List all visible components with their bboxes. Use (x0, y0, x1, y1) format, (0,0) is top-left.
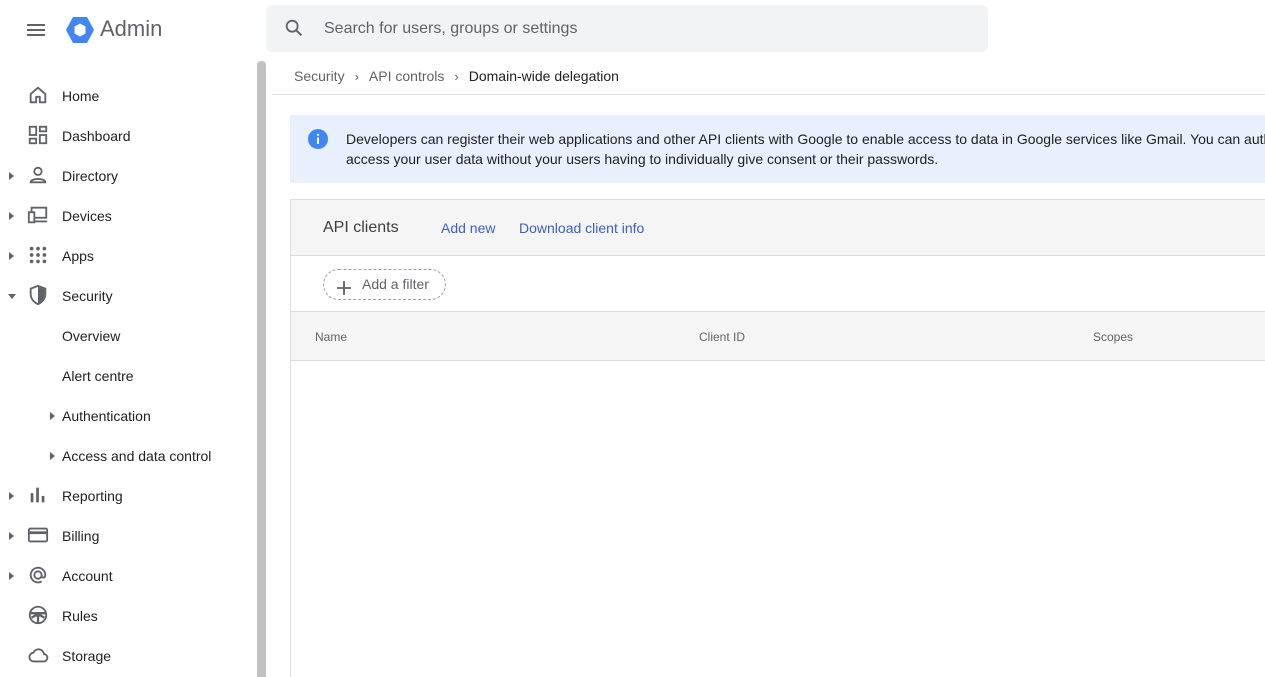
breadcrumb-api-controls[interactable]: API controls (369, 68, 444, 84)
breadcrumb-security[interactable]: Security (294, 68, 345, 84)
sidebar-item-rules[interactable]: Rules (0, 596, 250, 636)
search-icon[interactable] (283, 17, 305, 39)
sidebar-item-label: Access and data control (62, 448, 212, 464)
cloud-icon (27, 644, 49, 666)
sidebar-item-home[interactable]: Home (0, 76, 250, 116)
search-input[interactable] (324, 5, 964, 52)
expand-arrow-icon[interactable] (9, 492, 14, 500)
sidebar-item-directory[interactable]: Directory (0, 156, 250, 196)
collapse-arrow-icon[interactable] (8, 294, 16, 299)
sidebar-item-label: Dashboard (62, 128, 131, 144)
expand-arrow-icon[interactable] (9, 572, 14, 580)
sidebar-item-label: Alert centre (62, 368, 134, 384)
column-header-name[interactable]: Name (315, 330, 347, 344)
add-filter-button[interactable]: Add a filter (323, 269, 446, 300)
sidebar-item-account[interactable]: Account (0, 556, 250, 596)
dashboard-icon (27, 124, 49, 146)
breadcrumb: Security › API controls › Domain-wide de… (294, 68, 619, 84)
steering-wheel-icon (27, 604, 49, 626)
expand-arrow-icon[interactable] (9, 532, 14, 540)
sidebar-item-label: Account (62, 568, 113, 584)
shield-icon (27, 284, 49, 306)
header-divider (272, 94, 1265, 95)
add-new-link[interactable]: Add new (441, 220, 495, 236)
sidebar-item-access-and-data-control[interactable]: Access and data control (0, 436, 250, 476)
sidebar-item-label: Apps (62, 248, 94, 264)
column-header-scopes[interactable]: Scopes (1093, 330, 1133, 344)
person-icon (27, 164, 49, 186)
apps-grid-icon (27, 244, 49, 266)
sidebar-item-label: Overview (62, 328, 121, 344)
credit-card-icon (27, 524, 49, 546)
bar-chart-icon (27, 484, 49, 506)
sidebar-item-storage[interactable]: Storage (0, 636, 250, 676)
expand-arrow-icon[interactable] (50, 452, 55, 460)
column-header-client-id[interactable]: Client ID (699, 330, 745, 344)
plus-icon (336, 277, 352, 295)
sidebar-item-reporting[interactable]: Reporting (0, 476, 250, 516)
sidebar-item-overview[interactable]: Overview (0, 316, 250, 356)
filter-row: Add a filter (291, 256, 1265, 312)
sidebar-item-authentication[interactable]: Authentication (0, 396, 250, 436)
chevron-right-icon: › (454, 68, 459, 84)
expand-arrow-icon[interactable] (9, 172, 14, 180)
sidebar-item-security[interactable]: Security (0, 276, 250, 316)
info-icon (308, 129, 328, 149)
sidebar-item-label: Rules (62, 608, 98, 624)
expand-arrow-icon[interactable] (50, 412, 55, 420)
sidebar-item-alert-centre[interactable]: Alert centre (0, 356, 250, 396)
devices-icon (27, 204, 49, 226)
at-sign-icon (27, 564, 49, 586)
home-icon (27, 84, 49, 106)
sidebar-item-label: Devices (62, 208, 112, 224)
breadcrumb-current: Domain-wide delegation (468, 68, 619, 84)
search-bar[interactable] (266, 5, 988, 52)
table-header: Name Client ID Scopes (291, 312, 1265, 361)
sidebar-item-label: Security (62, 288, 113, 304)
hamburger-menu-icon[interactable] (24, 18, 48, 42)
expand-arrow-icon[interactable] (9, 252, 14, 260)
sidebar-item-apps[interactable]: Apps (0, 236, 250, 276)
chevron-right-icon: › (354, 68, 359, 84)
sidebar-item-devices[interactable]: Devices (0, 196, 250, 236)
sidebar-item-label: Directory (62, 168, 119, 184)
card-header: API clients Add new Download client info (291, 200, 1265, 256)
info-banner: Developers can register their web applic… (290, 115, 1265, 183)
sidebar-nav: Home Dashboard Directory Devices Apps Se… (0, 76, 256, 677)
sidebar-scrollbar[interactable] (257, 61, 266, 677)
expand-arrow-icon[interactable] (9, 212, 14, 220)
sidebar-item-billing[interactable]: Billing (0, 516, 250, 556)
banner-text: Developers can register their web applic… (346, 129, 1265, 169)
sidebar-item-dashboard[interactable]: Dashboard (0, 116, 250, 156)
sidebar-item-label: Billing (62, 528, 100, 544)
api-clients-card: API clients Add new Download client info… (290, 199, 1265, 677)
google-admin-logo-icon[interactable] (64, 14, 96, 46)
sidebar-item-label: Authentication (62, 408, 151, 424)
brand-title[interactable]: Admin (100, 16, 162, 42)
card-title: API clients (323, 219, 399, 236)
add-filter-label: Add a filter (362, 276, 429, 292)
banner-line-1: Developers can register their web applic… (346, 131, 1265, 147)
sidebar-item-label: Reporting (62, 488, 123, 504)
banner-line-2: access your user data without your users… (346, 151, 939, 167)
sidebar-item-label: Storage (62, 648, 112, 664)
sidebar-item-label: Home (62, 88, 100, 104)
download-client-info-link[interactable]: Download client info (519, 220, 644, 236)
